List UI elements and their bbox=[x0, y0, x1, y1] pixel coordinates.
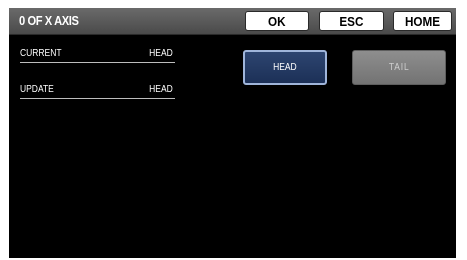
update-value: HEAD bbox=[149, 84, 173, 95]
update-label: UPDATE bbox=[20, 84, 54, 95]
hmi-screen: 0 OF X AXIS OK ESC HOME CURRENT HEAD UPD… bbox=[9, 8, 456, 258]
current-field: CURRENT HEAD bbox=[20, 48, 175, 63]
current-value: HEAD bbox=[149, 48, 173, 59]
home-button-label: HOME bbox=[404, 13, 441, 29]
tail-option-label: TAIL bbox=[388, 62, 410, 73]
ok-button-label: OK bbox=[268, 13, 286, 29]
ok-button[interactable]: OK bbox=[245, 11, 309, 31]
esc-button[interactable]: ESC bbox=[319, 11, 384, 31]
update-field: UPDATE HEAD bbox=[20, 84, 175, 99]
header-bar: 0 OF X AXIS OK ESC HOME bbox=[9, 8, 456, 35]
page-title: 0 OF X AXIS bbox=[19, 13, 79, 28]
current-label: CURRENT bbox=[20, 48, 62, 59]
tail-option-button[interactable]: TAIL bbox=[352, 50, 446, 85]
head-option-label: HEAD bbox=[273, 62, 297, 73]
head-option-button[interactable]: HEAD bbox=[243, 50, 327, 85]
home-button[interactable]: HOME bbox=[393, 11, 452, 31]
esc-button-label: ESC bbox=[339, 13, 364, 29]
